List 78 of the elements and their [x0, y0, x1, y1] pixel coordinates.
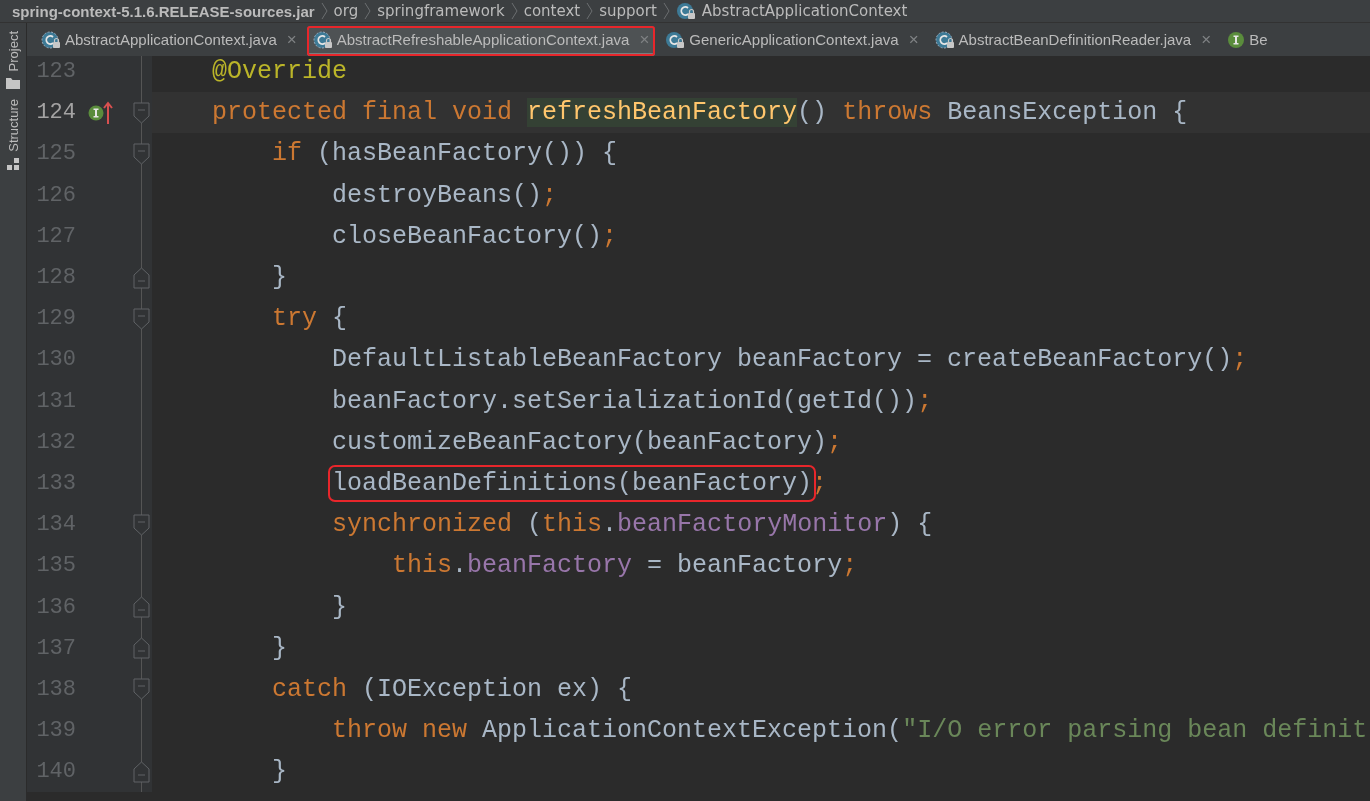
editor-tab[interactable]: GenericApplicationContext.java ×: [659, 26, 925, 56]
keyword-text: ;: [842, 551, 858, 581]
code-text: }: [272, 757, 288, 787]
class-icon: [41, 30, 61, 49]
editor-tab[interactable]: Be: [1221, 26, 1274, 56]
interface-icon: [1227, 30, 1246, 49]
breadcrumb-item[interactable]: spring-context-5.1.6.RELEASE-sources.jar: [12, 2, 315, 20]
code-text: BeansException {: [947, 98, 1188, 128]
code-text: .: [452, 551, 468, 581]
keyword-text: synchronized: [332, 510, 514, 540]
code-text: destroyBeans(): [332, 180, 543, 210]
breadcrumb-item[interactable]: context: [523, 2, 581, 20]
code-text: }: [332, 592, 348, 622]
tool-window-tab[interactable]: Structure: [5, 99, 21, 153]
code-text: = beanFactory: [646, 551, 843, 581]
breadcrumb-item[interactable]: AbstractApplicationContext: [701, 2, 908, 20]
class-icon: [934, 30, 955, 49]
code-text: beanFactory.setSerializationId(getId()): [332, 386, 918, 416]
code-text: ) {: [887, 510, 933, 540]
keyword-text: catch: [272, 674, 349, 704]
code-text: closeBeanFactory(): [332, 221, 603, 251]
keyword-text: protected final void: [212, 98, 514, 128]
code-text: .: [602, 510, 618, 540]
keyword-text: if: [272, 139, 304, 169]
chevron-icon: [364, 1, 372, 21]
fold-marker-icon[interactable]: [133, 266, 150, 289]
fold-marker-icon[interactable]: [133, 307, 150, 330]
code-text: }: [272, 633, 288, 663]
keyword-text: try: [272, 304, 319, 334]
breadcrumb-item[interactable]: support: [599, 2, 657, 20]
editor-tab[interactable]: AbstractRefreshableApplicationContext.java ×: [306, 26, 656, 56]
keyword-text: ;: [812, 468, 828, 498]
fold-marker-icon[interactable]: [133, 678, 150, 701]
field-name: beanFactoryMonitor: [617, 510, 888, 540]
fold-marker-icon[interactable]: [133, 637, 150, 660]
keyword-text: ;: [827, 427, 843, 457]
code-text: ApplicationContextException(: [482, 716, 903, 746]
code-text: DefaultListableBeanFactory beanFactory = createBeanFactory(): [332, 345, 1233, 375]
annotation-text: @Override: [212, 57, 348, 87]
keyword-text: ;: [602, 221, 618, 251]
keyword-text: throw new: [332, 716, 469, 746]
class-icon: [312, 30, 333, 49]
keyword-text: ;: [542, 180, 558, 210]
code-text: (hasBeanFactory()) {: [317, 139, 618, 169]
method-name: refreshBeanFactory: [527, 98, 798, 128]
field-name: beanFactory: [467, 551, 633, 581]
string-literal: "I/O error parsing bean definit: [902, 716, 1368, 746]
class-icon: [675, 2, 696, 20]
tool-window-tab[interactable]: Project: [5, 31, 21, 72]
code-text: customizeBeanFactory(beanFactory): [332, 427, 828, 457]
chevron-icon: [662, 1, 670, 21]
fold-marker-icon[interactable]: [133, 596, 150, 619]
code-text: }: [272, 263, 288, 293]
structure-icon: [7, 158, 19, 171]
keyword-text: ;: [1232, 345, 1248, 375]
fold-marker-icon[interactable]: [133, 101, 150, 124]
chevron-icon: [320, 1, 328, 21]
keyword-text: ;: [917, 386, 933, 416]
fold-marker-icon[interactable]: [133, 760, 150, 783]
breadcrumb-item[interactable]: springframework: [377, 2, 505, 20]
fold-marker-icon[interactable]: [133, 142, 150, 165]
editor-tab[interactable]: AbstractBeanDefinitionReader.java ×: [928, 26, 1218, 56]
chevron-icon: [586, 1, 594, 21]
editor-tab[interactable]: AbstractApplicationContext.java ×: [35, 26, 303, 56]
implementing-method-icon[interactable]: [88, 100, 114, 125]
folder-icon: [6, 77, 20, 90]
code-text: (IOException ex) {: [362, 674, 633, 704]
code-text: (): [797, 98, 829, 128]
chevron-icon: [510, 1, 518, 21]
keyword-text: this: [542, 510, 603, 540]
keyword-text: this: [392, 551, 453, 581]
breadcrumb-item[interactable]: org: [333, 2, 359, 20]
line-number: 124: [35, 100, 76, 126]
class-icon: [665, 30, 686, 49]
fold-marker-icon[interactable]: [133, 513, 150, 536]
keyword-text: throws: [842, 98, 934, 128]
code-text: {: [332, 304, 348, 334]
code-text: (: [527, 510, 543, 540]
